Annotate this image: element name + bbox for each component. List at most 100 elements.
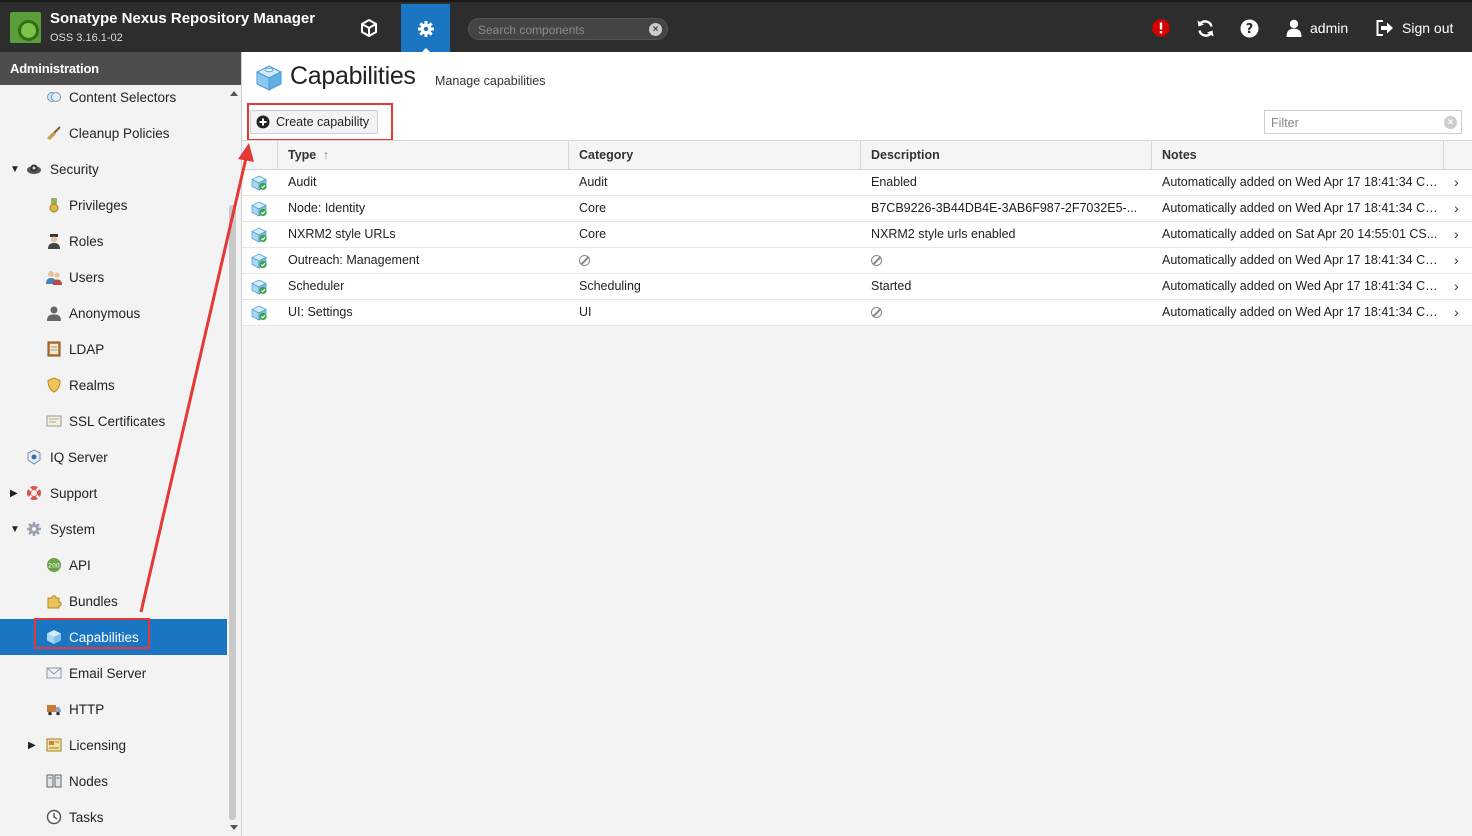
column-header-category[interactable]: Category <box>569 141 861 170</box>
capability-enabled-icon <box>251 253 268 272</box>
sidebar-item-label: IQ Server <box>50 449 108 465</box>
sidebar-item-label: SSL Certificates <box>69 413 166 429</box>
grid-body: Audit Audit Enabled Automatically added on … <box>242 170 1472 326</box>
envelope-icon <box>46 665 62 681</box>
cell-category <box>569 248 861 273</box>
sidebar-item-bundles[interactable]: Bundles <box>0 583 227 619</box>
scroll-thumb[interactable] <box>229 205 236 820</box>
sidebar-item-label: Licensing <box>69 737 127 753</box>
user-label: admin <box>1310 20 1349 36</box>
collapsed-arrow-icon[interactable]: ▶ <box>28 740 38 751</box>
sign-out-button[interactable]: Sign out <box>1376 16 1453 40</box>
sidebar-item-ldap[interactable]: LDAP <box>0 331 227 367</box>
browse-mode-button[interactable] <box>352 4 386 52</box>
sidebar-item-users[interactable]: Users <box>0 259 227 295</box>
sidebar-item-http[interactable]: HTTP <box>0 691 227 727</box>
table-row[interactable]: Node: Identity Core B7CB9226-3B44DB4E-3AB6… <box>242 196 1472 222</box>
column-header-type[interactable]: Type ↑ <box>278 141 569 170</box>
column-description-label: Description <box>871 148 940 162</box>
broom-icon <box>46 125 62 141</box>
chevron-right-icon[interactable]: › <box>1454 196 1459 221</box>
expanded-arrow-icon[interactable]: ▼ <box>10 164 20 175</box>
filter-box: × <box>1264 110 1462 134</box>
clear-filter-icon[interactable]: × <box>1444 116 1457 129</box>
cell-type: Audit <box>288 175 317 189</box>
sidebar-item-label: Users <box>69 269 105 285</box>
sidebar-item-security[interactable]: ▼ Security <box>0 151 227 187</box>
users-icon <box>46 269 62 285</box>
sidebar-item-privileges[interactable]: Privileges <box>0 187 227 223</box>
sidebar: Administration Content Selectors Cleanup … <box>0 52 242 836</box>
user-menu[interactable]: admin <box>1286 16 1348 40</box>
sidebar-item-email-server[interactable]: Email Server <box>0 655 227 691</box>
cell-description <box>861 248 1152 273</box>
sidebar-item-realms[interactable]: Realms <box>0 367 227 403</box>
expanded-arrow-icon[interactable]: ▼ <box>10 524 20 535</box>
page-header: Capabilities Manage capabilities Create … <box>242 52 1472 141</box>
chevron-right-icon[interactable]: › <box>1454 274 1459 299</box>
nexus-logo <box>10 12 41 43</box>
cell-category: Core <box>579 227 607 241</box>
sidebar-item-nodes[interactable]: Nodes <box>0 763 227 799</box>
scroll-down-icon[interactable] <box>230 825 238 830</box>
table-row[interactable]: Audit Audit Enabled Automatically added on … <box>242 170 1472 196</box>
filter-input[interactable] <box>1271 115 1441 131</box>
sidebar-item-label: Support <box>50 485 98 501</box>
cell-type: NXRM2 style URLs <box>288 227 396 241</box>
admin-mode-button[interactable] <box>401 4 450 54</box>
chevron-right-icon[interactable]: › <box>1454 222 1459 247</box>
main-panel: Capabilities Manage capabilities Create … <box>242 52 1472 836</box>
sign-out-label: Sign out <box>1402 20 1454 36</box>
sign-out-icon <box>1376 20 1393 36</box>
refresh-icon[interactable] <box>1196 16 1216 40</box>
shield-icon <box>46 377 62 393</box>
create-capability-button[interactable]: Create capability <box>250 110 378 134</box>
scroll-up-icon[interactable] <box>230 91 238 96</box>
sidebar-item-ssl-certificates[interactable]: SSL Certificates <box>0 403 227 439</box>
sidebar-item-licensing[interactable]: ▶ Licensing <box>0 727 227 763</box>
table-row[interactable]: NXRM2 style URLs Core NXRM2 style urls ena… <box>242 222 1472 248</box>
alert-icon[interactable] <box>1152 16 1172 40</box>
sidebar-item-label: API <box>69 557 91 573</box>
help-icon[interactable]: ? <box>1240 16 1260 40</box>
column-header-description[interactable]: Description <box>861 141 1152 170</box>
table-row[interactable]: Outreach: Management Automatically added … <box>242 248 1472 274</box>
search-box: × <box>468 18 668 40</box>
icon-column-header <box>242 141 278 170</box>
sidebar-item-capabilities[interactable]: Capabilities <box>0 619 227 655</box>
cube-icon <box>361 18 377 38</box>
column-header-notes[interactable]: Notes <box>1152 141 1444 170</box>
sidebar-item-tasks[interactable]: Tasks <box>0 799 227 835</box>
search-input[interactable] <box>478 22 638 38</box>
sidebar-item-api[interactable]: 200 API <box>0 547 227 583</box>
svg-text:200: 200 <box>48 563 60 570</box>
sidebar-item-roles[interactable]: Roles <box>0 223 227 259</box>
cell-category: UI <box>579 305 592 319</box>
sidebar-item-system[interactable]: ▼ System <box>0 511 227 547</box>
sidebar-item-support[interactable]: ▶ Support <box>0 475 227 511</box>
cell-type: Scheduler <box>288 279 345 293</box>
cell-notes: Automatically added on Wed Apr 17 18:41:… <box>1162 253 1442 267</box>
chevron-right-icon[interactable]: › <box>1454 248 1459 273</box>
sidebar-item-content-selectors[interactable]: Content Selectors <box>0 79 227 115</box>
sidebar-scrollbar[interactable] <box>227 85 241 836</box>
certificate-icon <box>46 413 62 429</box>
app-version: OSS 3.16.1-02 <box>50 32 123 44</box>
sidebar-item-cleanup-policies[interactable]: Cleanup Policies <box>0 115 227 151</box>
cell-type: UI: Settings <box>288 305 353 319</box>
capability-enabled-icon <box>251 175 268 194</box>
collapsed-arrow-icon[interactable]: ▶ <box>10 488 20 499</box>
table-row[interactable]: UI: Settings UI Automatically added on Wed… <box>242 300 1472 326</box>
chevron-right-icon[interactable]: › <box>1454 170 1459 195</box>
app-name: Sonatype Nexus Repository Manager <box>50 10 316 27</box>
cell-description: Enabled <box>871 175 917 189</box>
sidebar-item-anonymous[interactable]: Anonymous <box>0 295 227 331</box>
sidebar-item-label: Realms <box>69 377 115 393</box>
chevron-right-icon[interactable]: › <box>1454 300 1459 325</box>
sidebar-item-label: Cleanup Policies <box>69 125 170 141</box>
clear-search-icon[interactable]: × <box>649 23 662 36</box>
security-icon <box>26 161 42 177</box>
table-row[interactable]: Scheduler Scheduling Started Automatically … <box>242 274 1472 300</box>
capability-enabled-icon <box>251 279 268 298</box>
sidebar-item-iq-server[interactable]: IQ Server <box>0 439 227 475</box>
